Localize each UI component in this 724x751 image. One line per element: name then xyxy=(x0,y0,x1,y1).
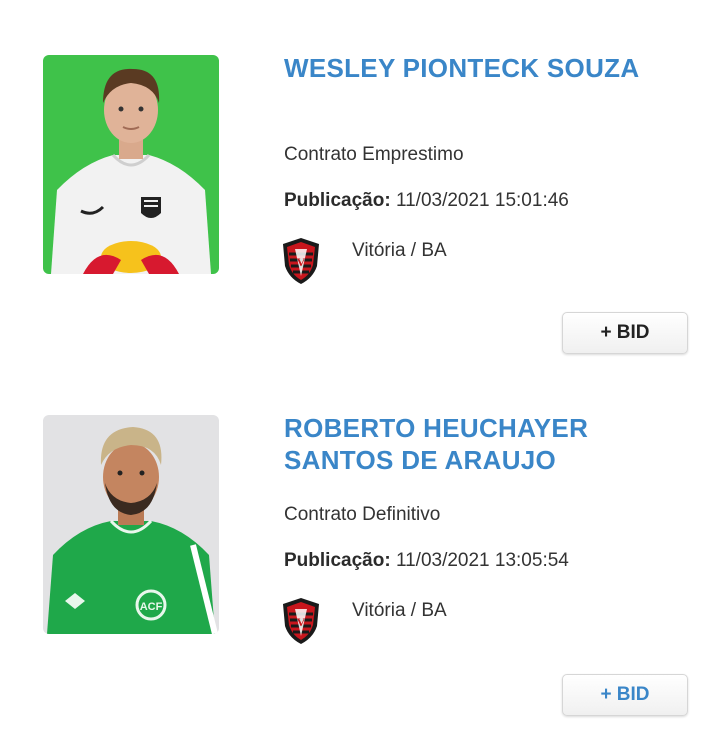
svg-text:ACF: ACF xyxy=(140,601,163,613)
player-photo: ACF xyxy=(43,415,219,634)
bid-button[interactable]: + BID xyxy=(562,312,688,354)
club-crest-icon: V xyxy=(279,236,323,286)
svg-text:V: V xyxy=(297,615,306,629)
bid-button[interactable]: + BID xyxy=(562,674,688,716)
player-card: ACF ROBERTO HEUCHAYER SANTOS DE ARAUJO C… xyxy=(0,360,724,720)
contract-type: Contrato Emprestimo xyxy=(284,144,464,165)
club-name: Vitória / BA xyxy=(352,240,447,261)
transfer-list: WESLEY PIONTECK SOUZA Contrato Emprestim… xyxy=(0,0,724,751)
publication-datetime: 11/03/2021 15:01:46 xyxy=(395,190,569,211)
club-crest-icon: V xyxy=(279,596,323,646)
contract-type: Contrato Definitivo xyxy=(284,504,441,525)
player-photo xyxy=(43,55,219,274)
publication-info: Publicação: 11/03/2021 15:01:46 xyxy=(284,190,569,212)
player-name[interactable]: WESLEY PIONTECK SOUZA xyxy=(284,52,704,84)
player-card: WESLEY PIONTECK SOUZA Contrato Emprestim… xyxy=(0,0,724,360)
publication-label: Publicação: xyxy=(284,550,391,571)
club-name: Vitória / BA xyxy=(352,600,447,621)
svg-text:V: V xyxy=(297,255,306,269)
publication-info: Publicação: 11/03/2021 13:05:54 xyxy=(284,550,569,572)
publication-datetime: 11/03/2021 13:05:54 xyxy=(395,550,569,571)
publication-label: Publicação: xyxy=(284,190,391,211)
player-name[interactable]: ROBERTO HEUCHAYER SANTOS DE ARAUJO xyxy=(284,412,704,476)
